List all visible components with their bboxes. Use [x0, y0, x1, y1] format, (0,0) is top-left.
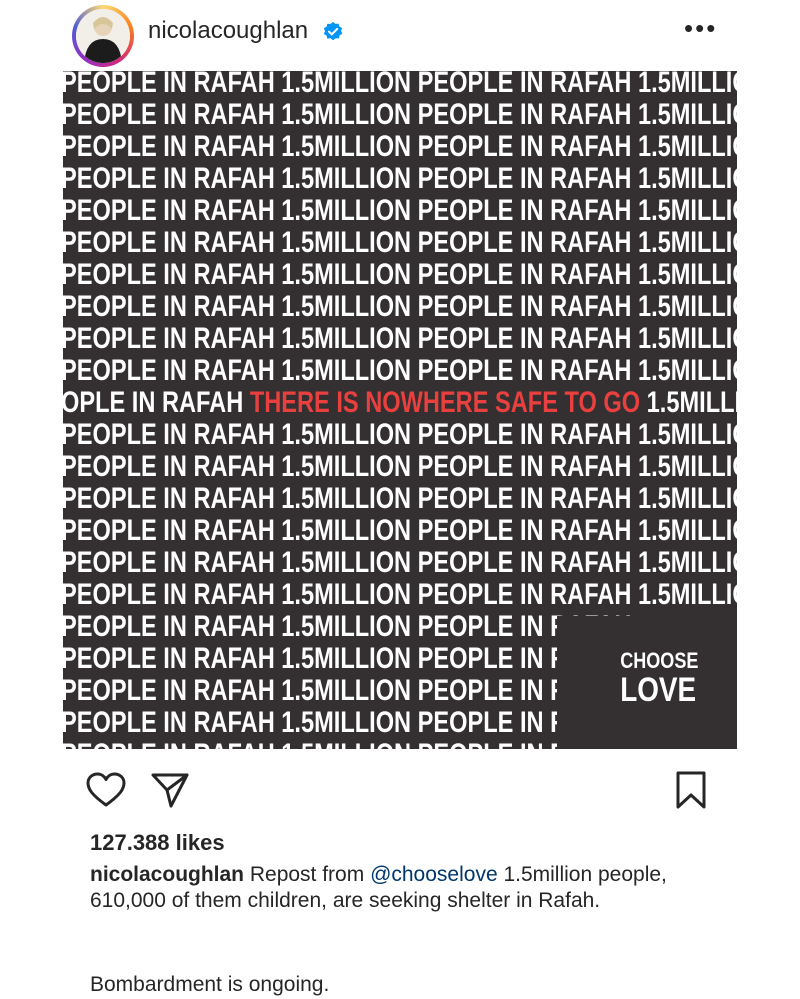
bookmark-icon[interactable]	[674, 770, 708, 810]
text-line-12: PEOPLE IN RAFAH 1.5MILLION PEOPLE IN RAF…	[63, 450, 737, 483]
caption-text-before: Repost from	[244, 863, 371, 886]
text-line-18: PEOPLE IN RAFAH 1.5MILLION PEOPLE IN RAF…	[63, 642, 632, 675]
more-options-button[interactable]: •••	[684, 15, 717, 41]
text-line-15: PEOPLE IN RAFAH 1.5MILLION PEOPLE IN RAF…	[63, 546, 737, 579]
highlight-line: OPLE IN RAFAH THERE IS NOWHERE SAFE TO G…	[63, 387, 737, 419]
text-line-4: PEOPLE IN RAFAH 1.5MILLION PEOPLE IN RAF…	[63, 194, 737, 227]
post-username[interactable]: nicolacoughlan	[148, 17, 308, 45]
text-line-11: PEOPLE IN RAFAH 1.5MILLION PEOPLE IN RAF…	[63, 418, 737, 451]
text-line-21: PEOPLE IN RAFAH 1.5MILLION PEOPLE IN RAF…	[63, 739, 631, 750]
action-bar	[0, 760, 800, 820]
brand-panel: CHOOSE LOVE	[557, 616, 737, 749]
text-line-19: PEOPLE IN RAFAH 1.5MILLION PEOPLE IN RAF…	[63, 674, 632, 707]
text-line-9: PEOPLE IN RAFAH 1.5MILLION PEOPLE IN RAF…	[63, 354, 737, 387]
highlight-text: THERE IS NOWHERE SAFE TO GO	[249, 386, 641, 419]
text-line-16: PEOPLE IN RAFAH 1.5MILLION PEOPLE IN RAF…	[63, 578, 737, 611]
paper-plane-icon[interactable]	[150, 770, 190, 810]
brand-top-text: CHOOSE	[620, 648, 699, 673]
text-line-14: PEOPLE IN RAFAH 1.5MILLION PEOPLE IN RAF…	[63, 514, 737, 547]
heart-icon[interactable]	[86, 772, 126, 808]
avatar-image	[76, 9, 130, 63]
caption: nicolacoughlan Repost from @chooselove 1…	[90, 862, 730, 914]
caption-mention-link[interactable]: @chooselove	[370, 863, 498, 886]
text-line-2: PEOPLE IN RAFAH 1.5MILLION PEOPLE IN RAF…	[63, 130, 737, 163]
caption-username[interactable]: nicolacoughlan	[90, 863, 244, 886]
post-image[interactable]: PEOPLE IN RAFAH 1.5MILLION PEOPLE IN RAF…	[63, 71, 737, 749]
text-line-5: PEOPLE IN RAFAH 1.5MILLION PEOPLE IN RAF…	[63, 226, 737, 259]
brand-bottom-text: LOVE	[620, 671, 697, 709]
text-line-3: PEOPLE IN RAFAH 1.5MILLION PEOPLE IN RAF…	[63, 162, 737, 195]
text-line-1: PEOPLE IN RAFAH 1.5MILLION PEOPLE IN RAF…	[63, 98, 737, 131]
text-line-13: PEOPLE IN RAFAH 1.5MILLION PEOPLE IN RAF…	[63, 482, 737, 515]
text-line-6: PEOPLE IN RAFAH 1.5MILLION PEOPLE IN RAF…	[63, 258, 737, 291]
text-line-20: PEOPLE IN RAFAH 1.5MILLION PEOPLE IN RAF…	[63, 706, 632, 739]
text-line-17: PEOPLE IN RAFAH 1.5MILLION PEOPLE IN RAF…	[63, 610, 632, 643]
text-line-8: PEOPLE IN RAFAH 1.5MILLION PEOPLE IN RAF…	[63, 322, 737, 355]
caption-second-paragraph: Bombardment is ongoing.	[90, 973, 330, 996]
highlight-suffix: 1.5MILLION PEOPLE	[646, 386, 737, 419]
verified-badge-icon	[323, 21, 343, 41]
choose-love-logo: CHOOSE LOVE	[613, 648, 699, 709]
post-header: nicolacoughlan •••	[0, 0, 800, 67]
story-ring[interactable]	[72, 5, 134, 67]
likes-count[interactable]: 127.388 likes	[90, 830, 225, 856]
text-line-0: PEOPLE IN RAFAH 1.5MILLION PEOPLE IN RAF…	[63, 71, 737, 99]
text-line-7: PEOPLE IN RAFAH 1.5MILLION PEOPLE IN RAF…	[63, 290, 737, 323]
highlight-prefix: OPLE IN RAFAH	[63, 386, 250, 419]
avatar[interactable]	[76, 9, 130, 63]
